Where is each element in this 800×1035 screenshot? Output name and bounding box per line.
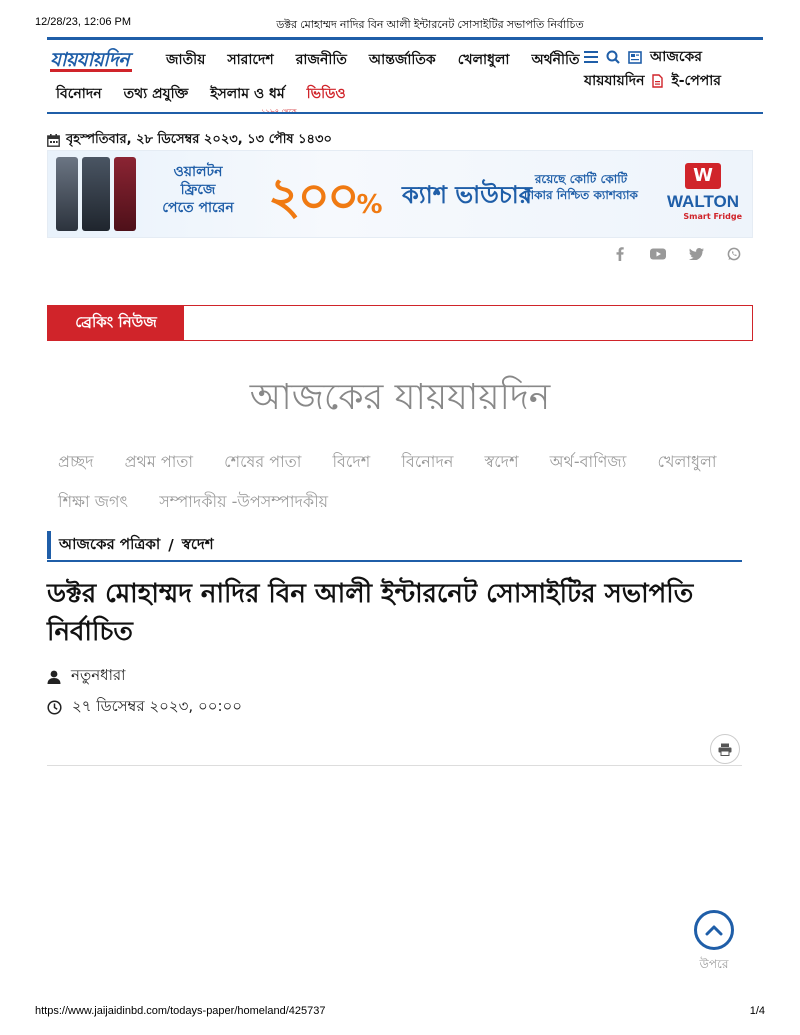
nav-item-economy[interactable]: অর্থনীতি	[531, 48, 579, 72]
author-name[interactable]: নতুনধারা	[71, 664, 126, 689]
section-foreign[interactable]: বিদেশ	[332, 442, 370, 482]
main-nav-row-1: জাতীয় সারাদেশ রাজনীতি আন্তর্জাতিক খেলাধ…	[166, 48, 602, 72]
main-nav-row-2: বিনোদন তথ্য প্রযুক্তি ইসলাম ও ধর্ম ভিডিও	[56, 82, 368, 106]
masthead-remnant: ১৯৮৪ থেকে	[47, 106, 763, 114]
breadcrumb: আজকের পত্রিকা / স্বদেশ	[47, 531, 742, 559]
menu-icon[interactable]	[584, 51, 598, 63]
section-editorial[interactable]: সম্পাদকীয় -উপসম্পাদকীয়	[159, 482, 328, 522]
ad-offer-line: পেতে পারেন	[162, 200, 234, 216]
nav-item-countrywide[interactable]: সারাদেশ	[227, 48, 273, 72]
section-sports[interactable]: খেলাধুলা	[657, 442, 716, 482]
epaper-link[interactable]: ই-পেপার	[671, 69, 721, 93]
masthead-rule	[47, 112, 763, 114]
walton-ad-banner[interactable]: ওয়ালটন ফ্রিজে পেতে পারেন ২০০% ক্যাশ ভাউ…	[47, 150, 753, 238]
breadcrumb-current[interactable]: স্বদেশ	[182, 533, 214, 558]
nav-item-national[interactable]: জাতীয়	[166, 48, 205, 72]
back-to-top-label: উপরে	[699, 957, 729, 971]
nav-item-entertainment[interactable]: বিনোদন	[56, 82, 102, 106]
walton-name: WALTON	[666, 192, 740, 211]
top-accent-bar	[47, 37, 763, 40]
pdf-icon	[652, 74, 664, 88]
twitter-icon[interactable]	[688, 246, 704, 262]
walton-subtitle: Smart Fridge	[683, 212, 742, 221]
todays-paper-link[interactable]: আজকের	[650, 45, 702, 69]
nav-item-religion[interactable]: ইসলাম ও ধর্ম	[210, 82, 284, 106]
print-button[interactable]	[710, 734, 740, 764]
print-url: https://www.jaijaidinbd.com/todays-paper…	[35, 1005, 326, 1017]
nav-item-video[interactable]: ভিডিও	[307, 82, 346, 106]
printer-icon	[718, 743, 732, 756]
ad-percent-value: ২০০	[268, 167, 360, 225]
ad-offer-text: ওয়ালটন ফ্রিজে পেতে পারেন	[158, 163, 238, 217]
ad-percent-sign: %	[356, 190, 383, 220]
article-divider	[47, 765, 742, 766]
newspaper-icon	[628, 50, 642, 64]
breadcrumb-rule	[47, 560, 742, 562]
breadcrumb-parent[interactable]: আজকের পত্রিকা	[59, 533, 160, 558]
section-education[interactable]: শিক্ষা জগৎ	[58, 482, 128, 522]
whatsapp-icon[interactable]	[726, 246, 742, 262]
section-entertainment[interactable]: বিনোদন	[401, 442, 453, 482]
nav-utility: আজকের যায়যায়দিন ই-পেপার	[584, 47, 754, 95]
back-to-top-button[interactable]	[694, 910, 734, 950]
ad-cashback-line: টাকার নিশ্চিত ক্যাশব্যাক	[524, 188, 638, 202]
article-headline: ডক্টর মোহাম্মদ নাদির বিন আলী ইন্টারনেট স…	[47, 579, 694, 647]
current-date: বৃহস্পতিবার, ২৮ ডিসেম্বর ২০২৩, ১৩ পৌষ ১৪…	[47, 130, 332, 151]
print-page-number: 1/4	[749, 1005, 765, 1017]
section-homeland[interactable]: স্বদেশ	[485, 442, 519, 482]
social-links	[612, 246, 742, 262]
ad-percent: ২০০%	[268, 159, 383, 237]
nav-item-politics[interactable]: রাজনীতি	[296, 48, 347, 72]
article-author: নতুনধারা	[47, 664, 126, 689]
section-last-page[interactable]: শেষের পাতা	[224, 442, 301, 482]
section-business[interactable]: অর্থ-বাণিজ্য	[550, 442, 627, 482]
paper-section-nav: প্রচ্ছদ প্রথম পাতা শেষের পাতা বিদেশ বিনো…	[58, 442, 758, 522]
walton-logo-icon: W	[685, 163, 721, 189]
todays-paper-link-line2[interactable]: যায়যায়দিন	[584, 69, 644, 93]
logo-underline	[50, 69, 132, 72]
published-time: ২৭ ডিসেম্বর ২০২৩, ০০:০০	[72, 697, 243, 715]
fridge-image	[114, 157, 136, 231]
ad-cashback-line: রয়েছে কোটি কোটি	[534, 172, 628, 186]
breaking-news-label: ব্রেকিং নিউজ	[48, 306, 184, 340]
clock-icon	[47, 700, 62, 715]
section-front-page[interactable]: প্রচ্ছদ	[58, 442, 94, 482]
section-first-page[interactable]: প্রথম পাতা	[125, 442, 193, 482]
print-header: 12/28/23, 12:06 PM ডক্টর মোহাম্মদ নাদির …	[35, 16, 765, 32]
breadcrumb-separator: /	[168, 536, 174, 554]
print-footer: https://www.jaijaidinbd.com/todays-paper…	[35, 1005, 765, 1021]
search-icon[interactable]	[606, 50, 620, 64]
chevron-up-icon	[705, 924, 723, 936]
youtube-icon[interactable]	[650, 246, 666, 262]
fridge-image	[56, 157, 78, 231]
article-published: ২৭ ডিসেম্বর ২০২৩, ০০:০০	[47, 695, 242, 720]
site-logo[interactable]: যায়যায়দিন	[50, 46, 146, 74]
ad-offer-line: ফ্রিজে	[180, 182, 216, 198]
logo-text: যায়যায়দিন	[50, 49, 130, 71]
user-icon	[47, 670, 61, 684]
ad-offer-line: ওয়ালটন	[173, 164, 223, 180]
nav-item-sports[interactable]: খেলাধুলা	[458, 48, 510, 72]
fridge-images	[56, 157, 136, 231]
facebook-icon[interactable]	[612, 246, 628, 262]
todays-paper-title: আজকের যায়যায়দিন	[249, 377, 551, 418]
date-text: বৃহস্পতিবার, ২৮ ডিসেম্বর ২০২৩, ১৩ পৌষ ১৪…	[66, 132, 332, 147]
nav-item-international[interactable]: আন্তর্জাতিক	[369, 48, 436, 72]
calendar-icon	[47, 134, 60, 147]
nav-item-tech[interactable]: তথ্য প্রযুক্তি	[124, 82, 189, 106]
walton-brand: W WALTON Smart Fridge	[658, 163, 748, 221]
breaking-news-ticker: ব্রেকিং নিউজ	[47, 305, 753, 341]
ad-cashback-text: রয়েছে কোটি কোটি টাকার নিশ্চিত ক্যাশব্যা…	[506, 171, 656, 203]
fridge-image	[82, 157, 110, 231]
print-page-title: ডক্টর মোহাম্মদ নাদির বিন আলী ইন্টারনেট স…	[276, 19, 584, 31]
